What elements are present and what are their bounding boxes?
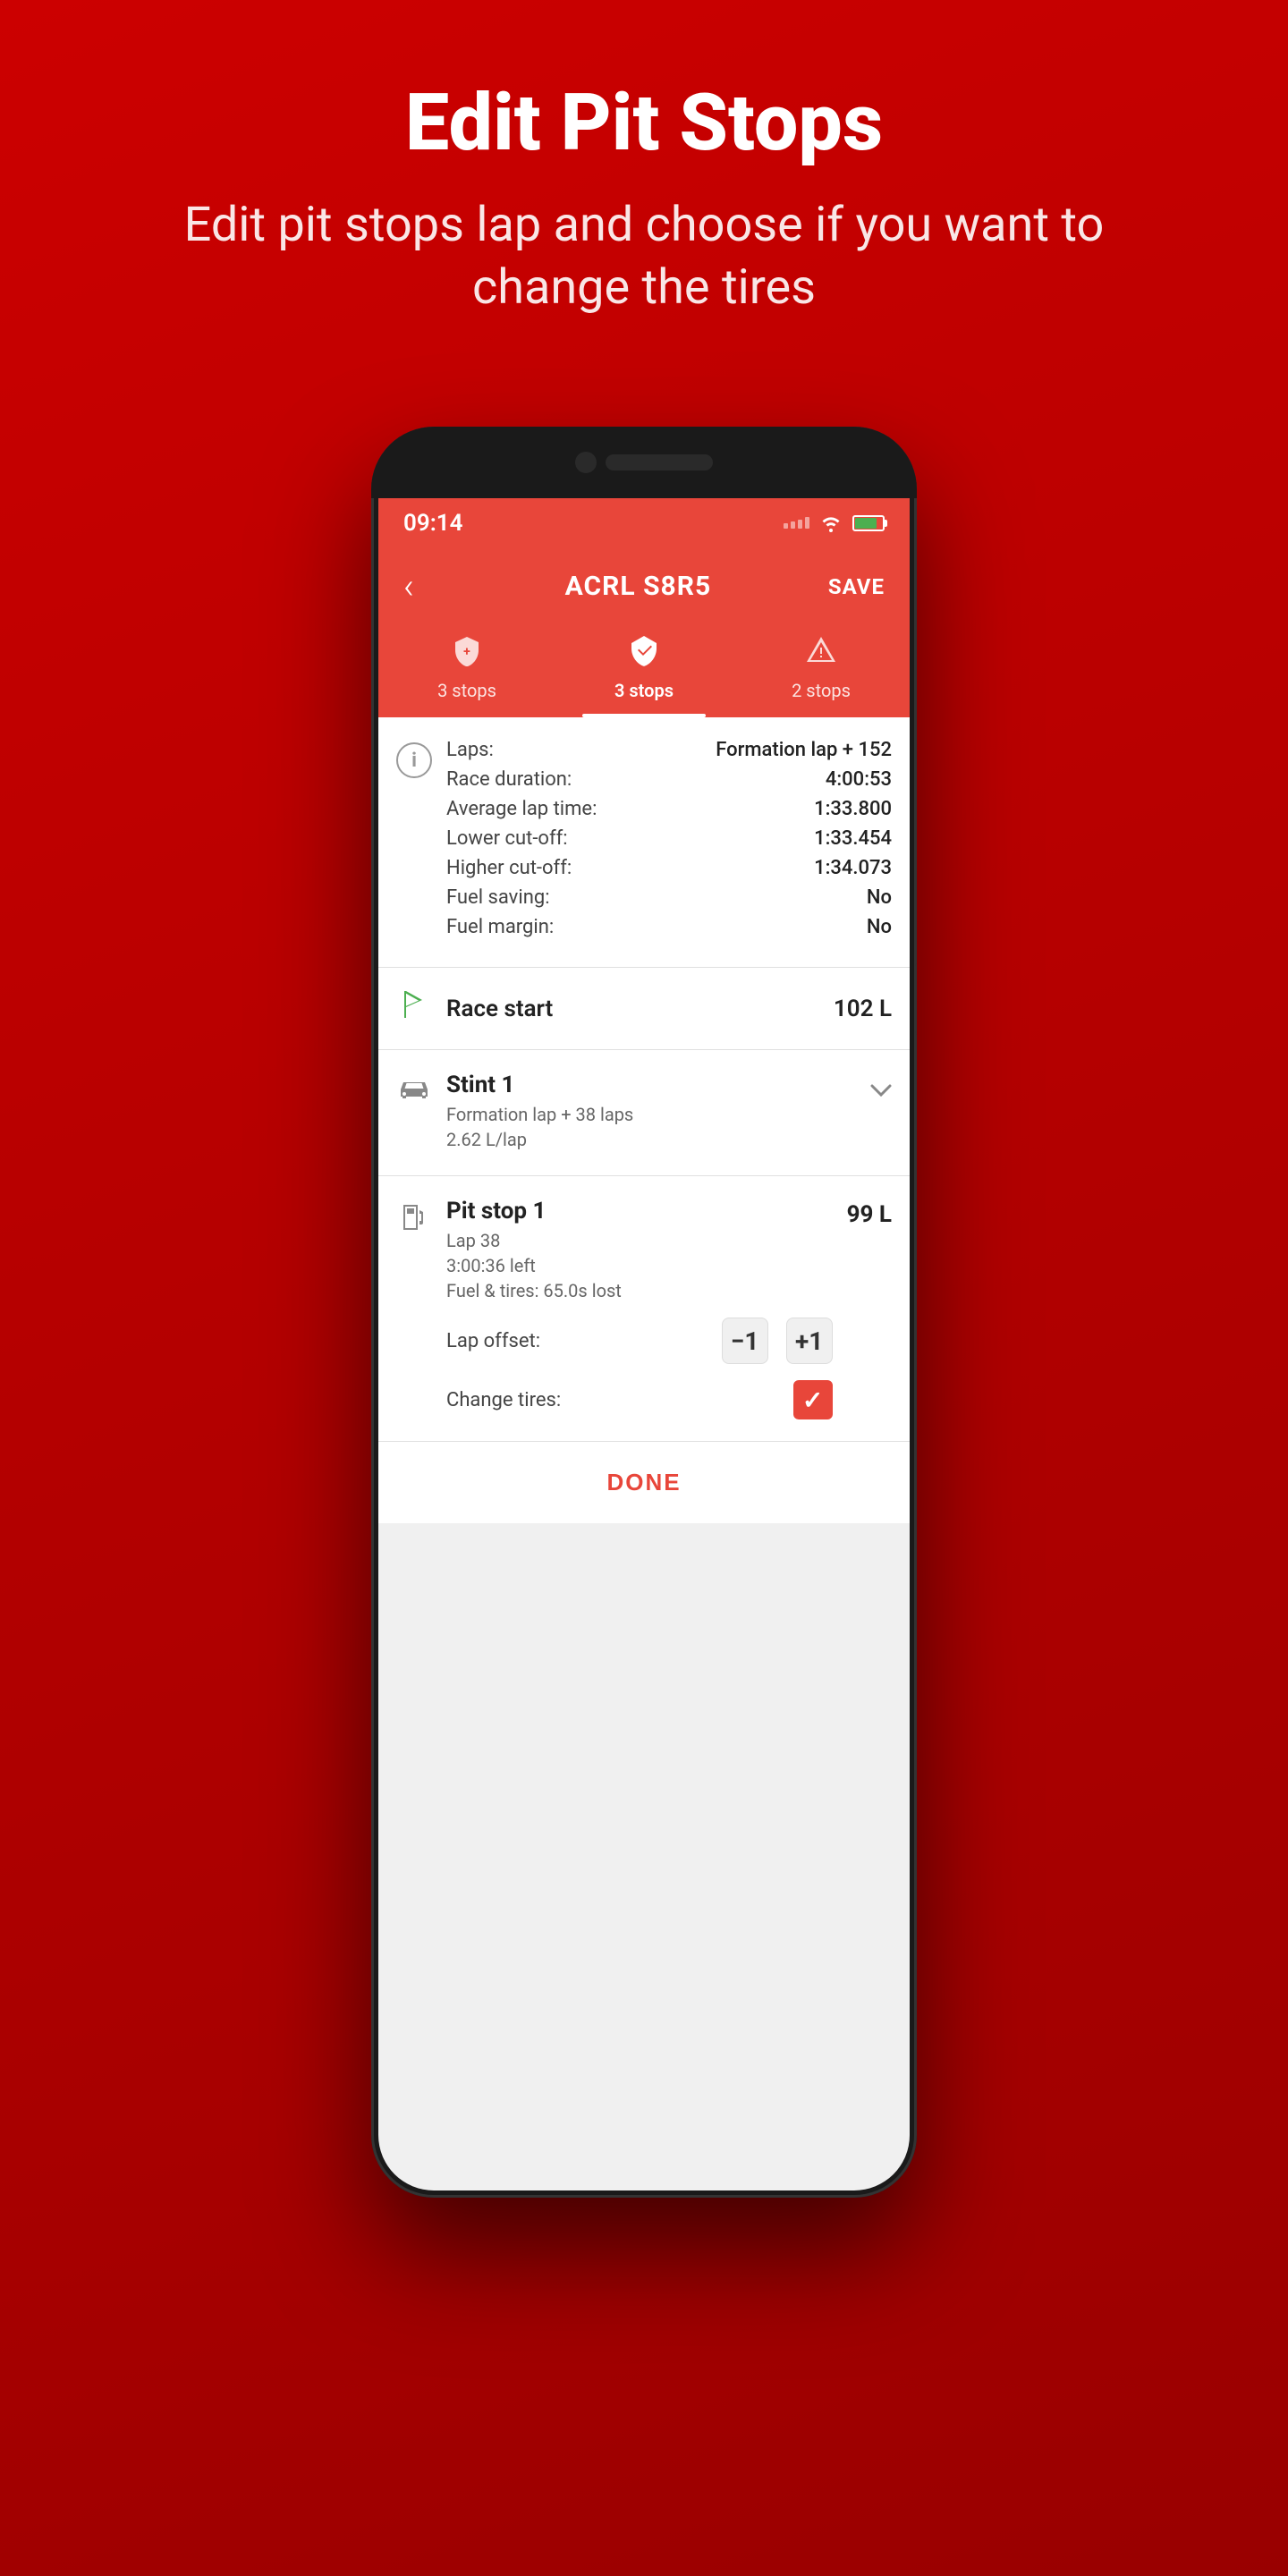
higher-cutoff-label: Higher cut-off:	[446, 857, 572, 879]
tab-2[interactable]: 3 stops	[555, 625, 733, 717]
pit-stop-title: Pit stop 1	[446, 1198, 833, 1224]
done-section: DONE	[378, 1442, 910, 1523]
stint-sub1: Formation lap + 38 laps	[446, 1104, 856, 1125]
lower-cutoff-value: 1:33.454	[814, 827, 892, 850]
race-duration-label: Race duration:	[446, 768, 572, 791]
pit-stop-time-left: 3:00:36 left	[446, 1255, 833, 1276]
pit-stop-fuel-tires: Fuel & tires: 65.0s lost	[446, 1280, 833, 1301]
pit-stop-info: Pit stop 1 Lap 38 3:00:36 left Fuel & ti…	[446, 1198, 833, 1419]
tab-1-icon: +	[451, 634, 483, 674]
phone-speaker	[606, 454, 713, 470]
app-header: ‹ ACRL S8R5 SAVE	[378, 547, 910, 616]
info-rows: Laps: Formation lap + 152 Race duration:…	[446, 739, 892, 945]
tab-3-icon	[805, 634, 837, 674]
race-duration-value: 4:00:53	[826, 768, 892, 791]
phone-screen: 09:14 ‹ ACRL S8R5 SAVE	[378, 498, 910, 2190]
race-duration-row: Race duration: 4:00:53	[446, 768, 892, 791]
change-tires-label: Change tires:	[446, 1389, 775, 1411]
phone-notch	[371, 427, 917, 498]
svg-text:+: +	[463, 645, 470, 659]
avg-lap-row: Average lap time: 1:33.800	[446, 798, 892, 820]
page-header: Edit Pit Stops Edit pit stops lap and ch…	[0, 80, 1288, 319]
phone-side-button	[915, 963, 917, 1035]
tab-3[interactable]: 2 stops	[733, 625, 910, 717]
higher-cutoff-row: Higher cut-off: 1:34.073	[446, 857, 892, 879]
tab-2-label: 3 stops	[614, 680, 674, 701]
fuel-saving-value: No	[867, 886, 892, 909]
race-start-value: 102 L	[834, 996, 892, 1022]
stint-info: Stint 1 Formation lap + 38 laps 2.62 L/l…	[446, 1072, 856, 1154]
tab-1[interactable]: + 3 stops	[378, 625, 555, 717]
race-start-section: Race start 102 L	[378, 968, 910, 1050]
laps-value: Formation lap + 152	[716, 739, 892, 761]
fuel-margin-value: No	[867, 916, 892, 938]
fuel-margin-label: Fuel margin:	[446, 916, 554, 938]
pit-stop-lap: Lap 38	[446, 1230, 833, 1251]
status-bar: 09:14	[378, 498, 910, 547]
tab-1-label: 3 stops	[437, 680, 496, 701]
higher-cutoff-value: 1:34.073	[814, 857, 892, 879]
fuel-saving-label: Fuel saving:	[446, 886, 550, 909]
wifi-icon	[818, 513, 843, 533]
pit-stop-fuel-value: 99 L	[847, 1201, 892, 1228]
page-title: Edit Pit Stops	[107, 80, 1181, 167]
page-subtitle: Edit pit stops lap and choose if you wan…	[107, 194, 1181, 319]
content-area: i Laps: Formation lap + 152 Race duratio…	[378, 717, 910, 1523]
battery-fill	[855, 518, 877, 529]
phone-frame: 09:14 ‹ ACRL S8R5 SAVE	[371, 427, 917, 2198]
lap-offset-label: Lap offset:	[446, 1330, 704, 1352]
checkmark-icon: ✓	[802, 1385, 823, 1415]
stint-title: Stint 1	[446, 1072, 856, 1098]
status-time: 09:14	[403, 510, 463, 537]
info-icon: i	[396, 742, 432, 778]
fuel-saving-row: Fuel saving: No	[446, 886, 892, 909]
change-tires-row: Change tires: ✓	[446, 1380, 833, 1419]
laps-row: Laps: Formation lap + 152	[446, 739, 892, 761]
stint-sub2: 2.62 L/lap	[446, 1129, 856, 1150]
tab-3-label: 2 stops	[792, 680, 851, 701]
fuel-icon	[396, 1201, 432, 1240]
battery-icon	[852, 515, 885, 531]
phone-camera	[575, 452, 597, 473]
avg-lap-value: 1:33.800	[814, 798, 892, 820]
offset-plus-button[interactable]: +1	[786, 1318, 833, 1364]
offset-minus-button[interactable]: −1	[722, 1318, 768, 1364]
race-info-section: i Laps: Formation lap + 152 Race duratio…	[378, 717, 910, 968]
chevron-down-icon[interactable]	[870, 1075, 892, 1105]
signal-icon	[784, 517, 809, 529]
lower-cutoff-label: Lower cut-off:	[446, 827, 568, 850]
lower-cutoff-row: Lower cut-off: 1:33.454	[446, 827, 892, 850]
stint-section: Stint 1 Formation lap + 38 laps 2.62 L/l…	[378, 1050, 910, 1176]
app-title: ACRL S8R5	[565, 571, 712, 602]
back-button[interactable]: ‹	[403, 565, 448, 607]
race-start-label: Race start	[446, 996, 819, 1022]
lap-offset-row: Lap offset: −1 +1	[446, 1318, 833, 1364]
avg-lap-label: Average lap time:	[446, 798, 597, 820]
change-tires-checkbox[interactable]: ✓	[793, 1380, 833, 1419]
tab-bar: + 3 stops 3 stops 2 st	[378, 616, 910, 717]
laps-label: Laps:	[446, 739, 494, 761]
car-icon	[396, 1075, 432, 1109]
flag-icon	[396, 989, 432, 1028]
pit-stop-section: Pit stop 1 Lap 38 3:00:36 left Fuel & ti…	[378, 1176, 910, 1442]
status-icons	[784, 513, 885, 533]
save-button[interactable]: SAVE	[828, 574, 885, 599]
fuel-margin-row: Fuel margin: No	[446, 916, 892, 938]
tab-2-icon	[628, 634, 660, 674]
done-button[interactable]: DONE	[571, 1460, 716, 1505]
